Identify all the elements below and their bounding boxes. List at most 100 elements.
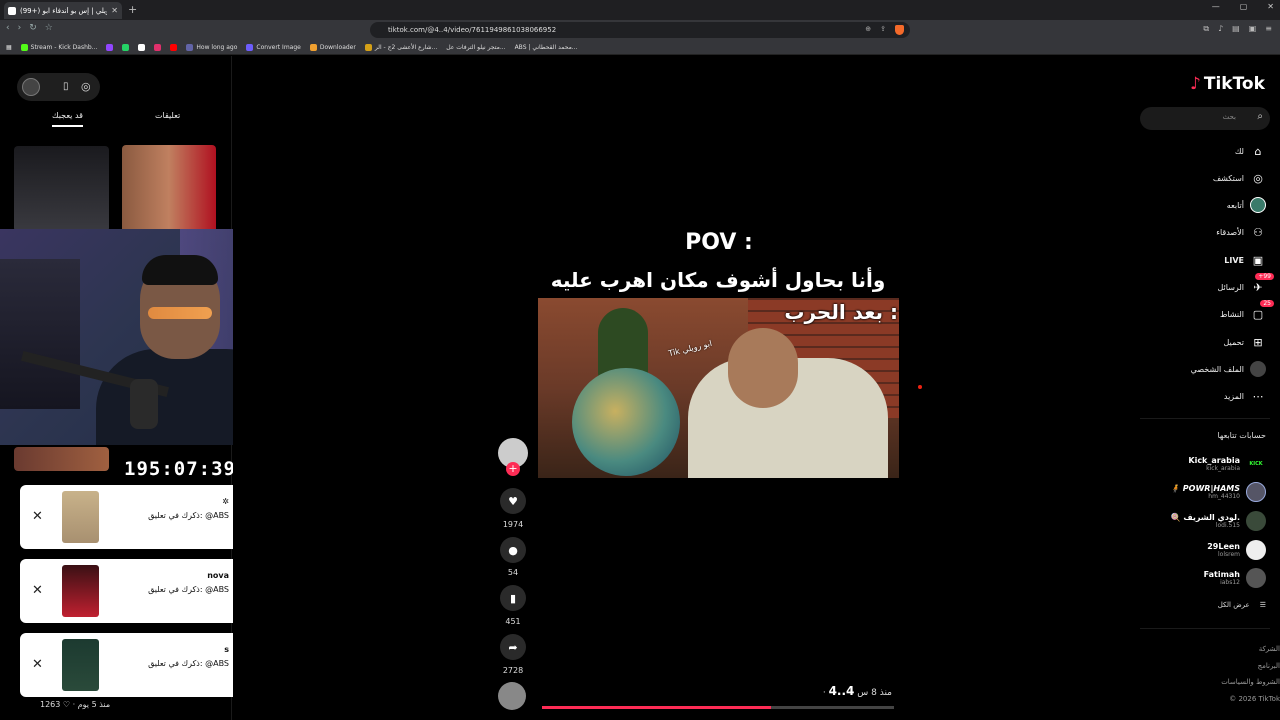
- menu-icon[interactable]: ≡: [1265, 24, 1272, 34]
- sidebar-item-upload[interactable]: تحميل ⊞: [1224, 334, 1267, 350]
- activity-badge: 25: [1260, 300, 1274, 307]
- whatsapp-icon: [122, 43, 130, 51]
- tiktok-note-icon: ♪: [1190, 74, 1201, 94]
- avatar: [1246, 482, 1266, 502]
- bookmark-item[interactable]: ABS | محمد القحطاني...: [515, 44, 578, 51]
- music-icon[interactable]: ♪: [1218, 24, 1223, 34]
- notification-user: ✲: [222, 497, 229, 506]
- author-name[interactable]: 4..4: [829, 684, 855, 698]
- search-input[interactable]: بحث ⌕: [1140, 107, 1270, 130]
- zoom-icon[interactable]: ⊕: [865, 25, 871, 35]
- bookmark-item[interactable]: How long ago: [186, 43, 237, 51]
- sidebar-item-messages[interactable]: الرسائل ✈ +99: [1218, 273, 1274, 295]
- notification-message: ذكرك في تعليق: @ABS: [148, 659, 229, 668]
- bookmarks-bar: ▦ Stream - Kick Dashb... How long ago Co…: [0, 40, 1280, 55]
- following-header: حسابات تتابعها: [1217, 431, 1266, 440]
- forward-icon[interactable]: ›: [18, 23, 22, 33]
- new-tab-button[interactable]: +: [128, 3, 137, 16]
- sidebar-item-live[interactable]: LIVE ▣: [1224, 252, 1266, 268]
- close-icon[interactable]: ✕: [32, 657, 43, 672]
- profile-icon: [1250, 361, 1266, 377]
- url-field[interactable]: tiktok.com/@4..4/video/76119498610380669…: [370, 22, 910, 38]
- tab-liked[interactable]: قد يعجبك: [52, 111, 83, 127]
- tiktok-logo[interactable]: ♪ TikTok: [1190, 74, 1265, 94]
- divider: [1140, 418, 1270, 419]
- bookmark-item[interactable]: [170, 43, 178, 51]
- user-avatar[interactable]: [22, 78, 40, 96]
- downloader-icon: [309, 43, 317, 51]
- close-icon[interactable]: ✕: [32, 583, 43, 598]
- tab-comments[interactable]: تعليقات: [155, 111, 180, 120]
- wallet-icon[interactable]: ▣: [1249, 24, 1257, 34]
- followed-account[interactable]: 🧍 POWR|HAMS hm_44310: [1170, 482, 1266, 502]
- sidebar-icon[interactable]: ▤: [1232, 24, 1240, 34]
- webcam-shelf: [0, 259, 80, 409]
- video-stats: 1263 ♡ · منذ 5 يوم: [40, 700, 111, 709]
- minimize-icon[interactable]: —: [1212, 2, 1220, 11]
- notification-thumbnail: [62, 491, 99, 543]
- tiktok-sidebar: ♪ TikTok بحث ⌕ لك ⌂ استكشف ◎ أتابعه الأصدق…: [1138, 56, 1280, 720]
- maximize-icon[interactable]: ▢: [1240, 2, 1248, 11]
- bookmark-item[interactable]: [106, 43, 114, 51]
- logo-text: TikTok: [1203, 74, 1265, 94]
- sidebar-item-more[interactable]: المزيد ⋯: [1224, 388, 1266, 404]
- sidebar-item-following[interactable]: أتابعه: [1227, 197, 1266, 213]
- bookmark-icon[interactable]: ☆: [45, 23, 53, 33]
- notification-user: nova: [207, 571, 229, 580]
- brave-shield-icon[interactable]: [895, 25, 904, 35]
- bookmark-item[interactable]: Stream - Kick Dashb...: [20, 43, 97, 51]
- followed-account[interactable]: Kick_arabia kick_arabia KICK: [1188, 454, 1266, 474]
- compass-icon: ◎: [1253, 171, 1263, 185]
- tiktok-watermark: Tik ابو رويلي: [667, 338, 713, 359]
- back-icon[interactable]: ‹: [6, 23, 10, 33]
- compass-small-icon[interactable]: ◎: [81, 80, 91, 93]
- mobile-icon[interactable]: ▯: [63, 81, 69, 92]
- video-thumbnail[interactable]: [122, 145, 216, 233]
- sidebar-item-friends[interactable]: الأصدقاء ⚇: [1216, 224, 1266, 240]
- video-progress-bar[interactable]: [542, 706, 894, 709]
- browser-tab[interactable]: (99+) ابو رويلي | إس بو أندفاء ابو ✕: [4, 2, 122, 19]
- footer-link-company[interactable]: الشركة: [1221, 641, 1280, 658]
- followed-account[interactable]: Fatimah iabs12: [1204, 568, 1266, 588]
- follow-plus-icon[interactable]: +: [506, 462, 520, 476]
- sidebar-item-explore[interactable]: استكشف ◎: [1213, 170, 1266, 186]
- sidebar-item-for-you[interactable]: لك ⌂: [1235, 143, 1266, 159]
- friends-icon: ⚇: [1253, 225, 1263, 239]
- bookmark-item[interactable]: Convert Image: [246, 43, 301, 51]
- bookmark-item[interactable]: [138, 43, 146, 51]
- sidebar-item-activity[interactable]: النشاط ▢ 25: [1220, 300, 1274, 322]
- save-icon[interactable]: ▮: [500, 585, 526, 611]
- home-icon: ⌂: [1254, 144, 1262, 158]
- sidebar-item-profile[interactable]: الملف الشخصي: [1191, 361, 1266, 377]
- reload-icon[interactable]: ↻: [29, 23, 37, 33]
- bookmark-item[interactable]: شارع الأعشى 2ج - الر...: [364, 43, 437, 51]
- comment-icon[interactable]: ●: [500, 537, 526, 563]
- share-icon[interactable]: ⇪: [880, 25, 886, 35]
- apps-icon[interactable]: ▦: [6, 44, 12, 51]
- extension-icon[interactable]: ⧉: [1203, 24, 1209, 34]
- footer-link-program[interactable]: البرنامج: [1221, 658, 1280, 675]
- like-icon[interactable]: ♥: [500, 488, 526, 514]
- tab-close-icon[interactable]: ✕: [111, 6, 118, 15]
- followed-account[interactable]: 29Leen lolsrem: [1207, 540, 1266, 560]
- bookmark-item[interactable]: [122, 43, 130, 51]
- followed-account[interactable]: 🍭 لودي الشريف. lodi.515: [1171, 511, 1266, 531]
- share-count: 2728: [502, 666, 524, 675]
- notification-message: ذكرك في تعليق: @ABS: [148, 585, 229, 594]
- video-thumbnail[interactable]: [14, 447, 109, 471]
- window-close-icon[interactable]: ✕: [1267, 2, 1274, 11]
- share-arrow-icon[interactable]: ➦: [500, 634, 526, 660]
- screen: (99+) ابو رويلي | إس بو أندفاء ابو ✕ + —…: [0, 0, 1280, 720]
- notification-message: ذكرك في تعليق: @ABS: [148, 511, 229, 520]
- bookmark-item[interactable]: Downloader: [309, 43, 356, 51]
- video-player[interactable]: بعد الحرب : Tik ابو رويلي: [538, 298, 899, 478]
- see-all-button[interactable]: عرض الكل ☰: [1218, 601, 1266, 609]
- close-icon[interactable]: ✕: [32, 509, 43, 524]
- bookmark-item[interactable]: [154, 43, 162, 51]
- footer-link-terms[interactable]: الشروط والسياسات: [1221, 674, 1280, 691]
- search-icon[interactable]: ⌕: [1257, 111, 1263, 122]
- bookmark-item[interactable]: متجر نيلو الترفات عل...: [446, 44, 505, 51]
- music-disc-avatar[interactable]: [498, 682, 526, 710]
- video-thumbnail[interactable]: [14, 146, 109, 232]
- tiktok-favicon-icon: [8, 6, 16, 15]
